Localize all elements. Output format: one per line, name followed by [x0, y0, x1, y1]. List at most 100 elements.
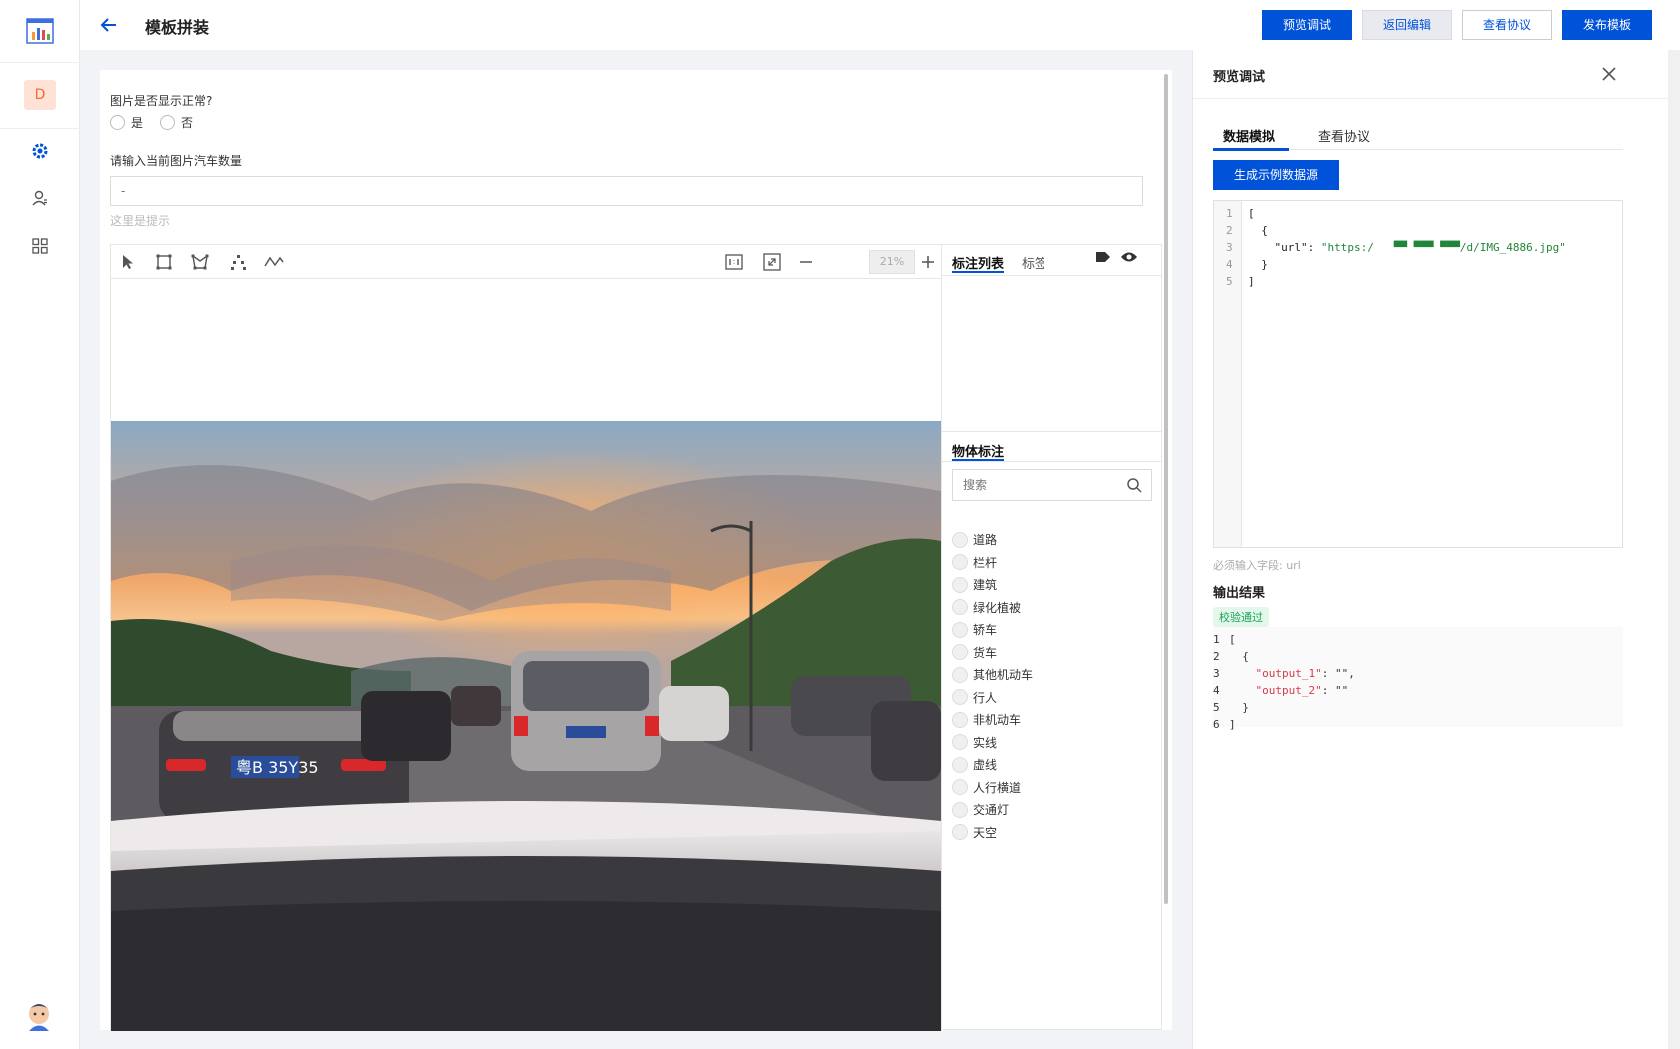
page-title: 模板拼装	[145, 18, 210, 37]
tab-view-protocol[interactable]: 查看协议	[1318, 126, 1370, 145]
tag-icon[interactable]	[1092, 247, 1114, 267]
point-tool-icon[interactable]	[227, 252, 249, 272]
output-result-title: 输出结果	[1213, 586, 1266, 601]
label-radio[interactable]	[952, 599, 968, 615]
main-scrollbar[interactable]	[1164, 74, 1168, 904]
data-source-editor[interactable]: 1 2 3 4 5 [ { "url": "https:/ ▀▀ ▀▀▀ ▀▀▀…	[1213, 200, 1623, 548]
code-line: ]	[1229, 718, 1236, 731]
search-icon[interactable]	[1126, 477, 1142, 493]
settings-gear-icon[interactable]	[30, 141, 50, 161]
annotation-workspace: 21% 粤B 35Y35 标注列表 标签 物体标注 搜索 道路 栏杆 建筑 绿化…	[110, 244, 1162, 1031]
label-text: 非机动车	[973, 713, 1022, 727]
radio-label: 是	[131, 116, 144, 130]
tab-data-simulation[interactable]: 数据模拟	[1223, 126, 1275, 145]
back-arrow-icon[interactable]	[98, 14, 120, 36]
label-radio[interactable]	[952, 824, 968, 840]
label-radio[interactable]	[952, 734, 968, 750]
zoom-in-icon[interactable]	[917, 252, 939, 272]
label-text: 绿化植被	[973, 600, 1022, 615]
app-logo-icon[interactable]	[26, 18, 54, 44]
code-line: [	[1248, 207, 1255, 220]
label-radio[interactable]	[952, 531, 968, 548]
preview-debug-drawer: 预览调试 数据模拟 查看协议 生成示例数据源 1 2 3 4 5 [ { "ur…	[1192, 50, 1680, 1049]
json-value: : ""	[1321, 684, 1349, 697]
code-line: }	[1248, 258, 1268, 271]
template-preview-card: 图片是否显示正常? 是 否 请输入当前图片汽车数量 这里是提示	[100, 70, 1172, 1031]
radio-no[interactable]: 否	[160, 114, 193, 131]
label-item[interactable]: 货车	[952, 644, 997, 661]
polyline-tool-icon[interactable]	[263, 252, 285, 272]
label-radio[interactable]	[952, 644, 968, 660]
validation-passed-badge: 校验通过	[1213, 607, 1269, 627]
drawer-title: 预览调试	[1213, 70, 1266, 85]
label-radio[interactable]	[952, 756, 968, 773]
label-item[interactable]: 道路	[952, 531, 997, 548]
fit-screen-icon[interactable]	[761, 252, 783, 272]
tab-labels[interactable]: 标签	[1022, 253, 1044, 272]
label-item[interactable]: 建筑	[952, 576, 997, 593]
apps-grid-icon[interactable]	[30, 236, 50, 256]
code-line: {	[1248, 224, 1268, 237]
label-item[interactable]: 实线	[952, 734, 997, 751]
code-line: "url": "https:/ ▀▀ ▀▀▀ ▀▀▀/d/IMG_4886.jp…	[1248, 241, 1566, 254]
label-item[interactable]: 绿化植被	[952, 599, 1021, 616]
label-radio[interactable]	[952, 711, 968, 728]
label-radio[interactable]	[952, 576, 968, 593]
polygon-tool-icon[interactable]	[189, 252, 211, 272]
label-item[interactable]: 行人	[952, 689, 997, 706]
field-hint: 这里是提示	[110, 214, 171, 228]
radio-yes[interactable]: 是	[110, 114, 143, 131]
label-item[interactable]: 天空	[952, 824, 997, 841]
label-radio[interactable]	[952, 689, 968, 705]
question-image-ok: 图片是否显示正常?	[110, 94, 213, 108]
preview-debug-button[interactable]: 预览调试	[1262, 10, 1352, 40]
annotation-side-panel: 标注列表 标签 物体标注 道路栏杆建筑绿化植被轿车货车其他机动车行人非机动车实线…	[941, 245, 1162, 1031]
user-avatar[interactable]	[24, 1000, 54, 1032]
label-item[interactable]: 栏杆	[952, 554, 997, 571]
publish-template-button[interactable]: 发布模板	[1562, 10, 1652, 40]
zoom-out-icon[interactable]	[795, 252, 817, 272]
label-item[interactable]: 交通灯	[952, 801, 1009, 818]
view-protocol-button[interactable]: 查看协议	[1462, 10, 1552, 40]
label-radio[interactable]	[952, 801, 968, 818]
rectangle-tool-icon[interactable]	[153, 252, 175, 272]
label-item[interactable]: 人行横道	[952, 779, 1021, 796]
label-item[interactable]: 其他机动车	[952, 666, 1033, 683]
json-key: "output_2"	[1229, 684, 1322, 697]
json-value: : "",	[1321, 667, 1355, 680]
select-pointer-icon[interactable]	[117, 252, 139, 272]
label-item[interactable]: 轿车	[952, 621, 997, 638]
label-search-input[interactable]	[952, 469, 1152, 501]
label-radio[interactable]	[952, 779, 968, 795]
line-number: 2	[1213, 650, 1220, 663]
label-radio[interactable]	[952, 621, 968, 638]
code-line: "output_1": "",	[1229, 667, 1355, 680]
workspace-avatar[interactable]: D	[24, 80, 56, 110]
json-string: "https:/ ▀▀ ▀▀▀ ▀▀▀/d/IMG_4886.jpg"	[1320, 241, 1566, 254]
label-text: 天空	[973, 825, 998, 840]
tab-annotation-list[interactable]: 标注列表	[952, 253, 1004, 272]
label-text: 货车	[973, 645, 998, 660]
label-text: 虚线	[973, 758, 998, 772]
radio-circle[interactable]	[110, 115, 125, 130]
tab-underline	[952, 271, 1004, 273]
page-scrollbar[interactable]	[1668, 50, 1680, 1049]
output-result-code: 1 2 3 4 5 6 [ { "output_1": "", "output_…	[1213, 627, 1623, 731]
actual-size-icon[interactable]	[723, 252, 745, 272]
label-radio[interactable]	[952, 554, 968, 570]
zoom-level[interactable]: 21%	[869, 250, 915, 274]
car-count-input[interactable]	[110, 176, 1143, 206]
close-icon[interactable]	[1599, 64, 1619, 84]
label-item[interactable]: 非机动车	[952, 711, 1021, 728]
label-text: 轿车	[973, 623, 998, 637]
user-icon[interactable]	[30, 188, 50, 208]
generate-sample-data-button[interactable]: 生成示例数据源	[1213, 160, 1339, 190]
back-to-edit-button[interactable]: 返回编辑	[1362, 10, 1452, 40]
eye-icon[interactable]	[1118, 247, 1140, 267]
rail-divider	[0, 128, 80, 129]
label-item[interactable]: 虚线	[952, 756, 997, 773]
annotation-image[interactable]: 粤B 35Y35	[111, 421, 941, 1031]
radio-circle[interactable]	[160, 115, 175, 130]
label-radio[interactable]	[952, 666, 968, 683]
svg-text:粤B 35Y35: 粤B 35Y35	[236, 758, 319, 777]
